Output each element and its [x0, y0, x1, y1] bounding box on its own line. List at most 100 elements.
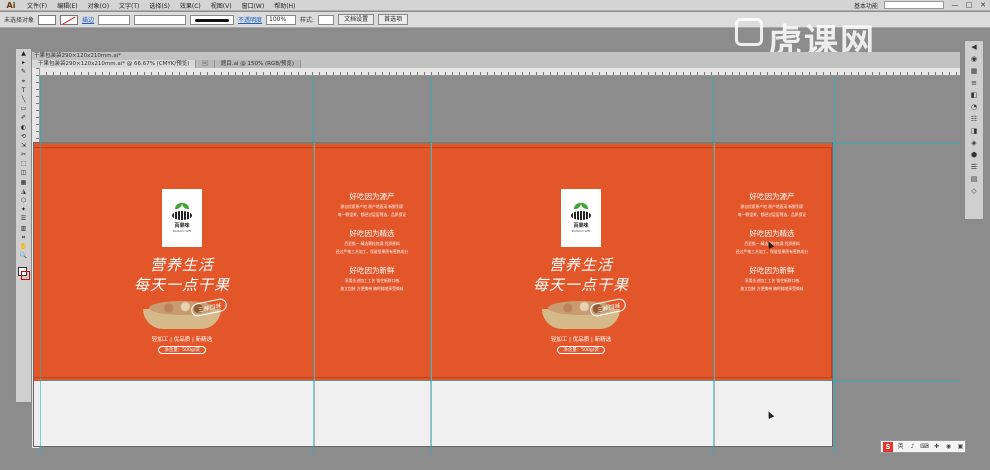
back-heading: 好吃因为源产: [749, 192, 795, 201]
sunflower-seed-icon: [172, 211, 192, 220]
back-paragraph: 独立包装 方便携带 随时随地享受美味: [740, 286, 804, 291]
back-heading: 好吃因为新鲜: [349, 266, 395, 275]
stroke-label[interactable]: 描边: [82, 15, 94, 24]
back-paragraph: 采用先进加工工艺 锁住新鲜口感: [344, 278, 400, 283]
menu-view[interactable]: 视图(V): [206, 1, 237, 10]
symbols-panel-icon[interactable]: ◧: [965, 89, 983, 101]
symbol-sprayer-tool-icon[interactable]: ✦: [16, 205, 31, 214]
guide-line[interactable]: [313, 76, 314, 454]
fold-line: [431, 143, 432, 446]
front-panel[interactable]: 百果味 BAIGUO WEI 营养生活 每天一点干果 三种口味 轻加工 | 优品…: [112, 189, 252, 354]
style-select[interactable]: [318, 14, 335, 25]
slice-tool-icon[interactable]: ⌗: [16, 233, 31, 242]
variable-width-select[interactable]: [134, 14, 187, 25]
horizontal-ruler[interactable]: [32, 68, 960, 76]
workspace-switcher[interactable]: 基本功能: [848, 1, 884, 10]
fold-line: [314, 143, 315, 446]
guide-line[interactable]: [40, 76, 41, 454]
menu-window[interactable]: 窗口(W): [237, 1, 270, 10]
swatches-panel-icon[interactable]: ▦: [965, 65, 983, 77]
back-heading: 好吃因为源产: [349, 192, 395, 201]
column-graph-tool-icon[interactable]: ☰: [16, 214, 31, 223]
slogan-line: 每天一点干果: [532, 276, 629, 294]
hand-tool-icon[interactable]: ✋: [16, 242, 31, 251]
opacity-label[interactable]: 不透明度: [238, 15, 262, 24]
menu-help[interactable]: 帮助(H): [269, 1, 300, 10]
rotate-tool-icon[interactable]: ⟲: [16, 132, 31, 141]
maximize-button[interactable]: □: [962, 1, 976, 10]
brush-definition-select[interactable]: [190, 14, 235, 25]
back-panel[interactable]: 好吃因为源产 源自优质原产地 原产地直采 新鲜到家 每一颗坚果，都经过层层筛选，…: [328, 191, 416, 292]
menu-object[interactable]: 对象(O): [83, 1, 114, 10]
layers-panel-icon[interactable]: ▤: [965, 173, 983, 185]
color-panel-icon[interactable]: ◉: [965, 53, 983, 65]
gradient-tool-icon[interactable]: ◮: [16, 187, 31, 196]
document-setup-button[interactable]: 文档设置: [338, 14, 375, 25]
mesh-tool-icon[interactable]: ▦: [16, 178, 31, 187]
back-paragraph: 经过严格工艺加工，保留坚果原有营养成分: [735, 249, 809, 254]
leaf-icon: [573, 203, 589, 210]
collapse-panel-icon[interactable]: ◀: [965, 41, 983, 53]
tab-untitled[interactable]: [196, 60, 215, 68]
appearance-panel-icon[interactable]: ⬢: [965, 149, 983, 161]
guide-line[interactable]: [835, 76, 836, 454]
tab-topic-file[interactable]: 题目.ai @ 150% (RGB/预览): [214, 60, 302, 68]
tools-icon[interactable]: ✚: [932, 443, 941, 451]
guide-line[interactable]: [40, 380, 960, 381]
stroke-color-swatch[interactable]: [21, 271, 30, 280]
style-label: 样式:: [300, 17, 315, 24]
blend-tool-icon[interactable]: ⬡: [16, 196, 31, 205]
guide-line[interactable]: [713, 76, 714, 454]
keyboard-icon[interactable]: ⌨: [920, 443, 929, 451]
free-transform-tool-icon[interactable]: ⬚: [16, 159, 31, 168]
menu-file[interactable]: 文件(F): [22, 1, 52, 10]
menu-icon[interactable]: ▣: [956, 443, 965, 451]
brushes-panel-icon[interactable]: ≡: [965, 77, 983, 89]
search-input[interactable]: [884, 1, 944, 9]
logo-subtitle: BAIGUO WEI: [571, 229, 591, 233]
line-tool-icon[interactable]: ╲: [16, 95, 31, 104]
guide-line[interactable]: [40, 142, 960, 143]
pencil-tool-icon[interactable]: ✐: [16, 113, 31, 122]
pen-tool-icon[interactable]: ✎: [16, 67, 31, 76]
guide-line[interactable]: [430, 76, 431, 454]
stroke-panel-icon[interactable]: ☷: [965, 113, 983, 125]
gradient-panel-icon[interactable]: ◨: [965, 125, 983, 137]
scissors-tool-icon[interactable]: ✂: [16, 150, 31, 159]
logo-subtitle: BAIGUO WEI: [172, 229, 192, 233]
graphic-styles-panel-icon[interactable]: ◔: [965, 101, 983, 113]
transparency-panel-icon[interactable]: ◈: [965, 137, 983, 149]
align-panel-icon[interactable]: ☰: [965, 161, 983, 173]
menu-effect[interactable]: 效果(C): [175, 1, 206, 10]
minimize-button[interactable]: —: [948, 1, 962, 10]
direct-selection-tool-icon[interactable]: ▸: [16, 58, 31, 67]
tab-packaging-file[interactable]: 干果包装袋290×120x210mm.ai* @ 66.67% (CMYK/预览…: [32, 60, 197, 68]
menu-type[interactable]: 文字(T): [114, 1, 144, 10]
language-icon[interactable]: 英: [896, 443, 905, 451]
artboards-panel-icon[interactable]: ◇: [965, 185, 983, 197]
shape-builder-tool-icon[interactable]: ◫: [16, 168, 31, 177]
opacity-input[interactable]: 100%: [266, 14, 297, 25]
blob-brush-tool-icon[interactable]: ◐: [16, 123, 31, 132]
type-tool-icon[interactable]: T: [16, 86, 31, 95]
anchor-tool-icon[interactable]: ⌖: [16, 77, 31, 86]
zoom-tool-icon[interactable]: 🔍: [16, 251, 31, 260]
rectangle-tool-icon[interactable]: ▭: [16, 104, 31, 113]
fill-swatch[interactable]: [38, 14, 57, 25]
selection-tool-icon[interactable]: ▲: [16, 49, 31, 58]
scale-tool-icon[interactable]: ⇲: [16, 141, 31, 150]
sogou-logo-icon[interactable]: S: [883, 441, 893, 452]
artboard-tool-icon[interactable]: ▥: [16, 224, 31, 233]
net-weight-badge: 净含量：500g/袋: [557, 346, 605, 354]
menu-edit[interactable]: 编辑(E): [52, 1, 82, 10]
preferences-button[interactable]: 首选项: [378, 14, 409, 25]
close-button[interactable]: ✕: [976, 1, 990, 10]
fold-line: [714, 143, 715, 446]
stroke-swatch[interactable]: [60, 14, 79, 25]
front-panel[interactable]: 百果味 BAIGUO WEI 营养生活 每天一点干果 三种口味 轻加工 | 优品…: [511, 189, 651, 354]
menu-select[interactable]: 选择(S): [144, 1, 175, 10]
stroke-weight-select[interactable]: [98, 14, 131, 25]
back-paragraph: 每一颗坚果，都经过层层筛选，品质保证: [737, 212, 807, 217]
skin-icon[interactable]: ◉: [944, 443, 953, 451]
voice-icon[interactable]: ♪: [908, 443, 917, 451]
